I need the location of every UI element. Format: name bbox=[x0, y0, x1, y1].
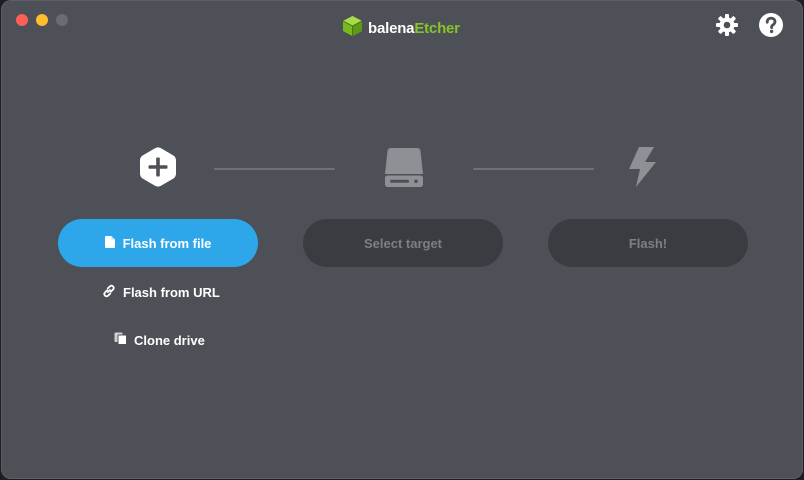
step-connector-2 bbox=[473, 168, 594, 170]
flash-from-file-button[interactable]: Flash from file bbox=[58, 219, 258, 267]
link-icon bbox=[102, 284, 116, 301]
flash-step-icon bbox=[625, 146, 659, 193]
settings-button[interactable] bbox=[714, 13, 740, 42]
target-step-icon bbox=[383, 146, 425, 193]
app-window: balenaEtcher Flash from file Select targ… bbox=[1, 0, 803, 479]
help-icon bbox=[758, 12, 784, 43]
window-close-button[interactable] bbox=[16, 14, 28, 26]
flash-from-url-label: Flash from URL bbox=[123, 284, 220, 300]
help-button[interactable] bbox=[758, 12, 784, 43]
step-connector-1 bbox=[214, 168, 335, 170]
flash-from-url-link[interactable]: Flash from URL bbox=[102, 283, 220, 301]
flash-button[interactable]: Flash! bbox=[548, 219, 748, 267]
flash-label: Flash! bbox=[628, 235, 668, 251]
select-target-label: Select target bbox=[363, 235, 443, 251]
lightning-icon bbox=[627, 146, 657, 193]
source-step-icon bbox=[138, 146, 178, 193]
window-minimize-button[interactable] bbox=[36, 14, 48, 26]
clone-drive-link[interactable]: Clone drive bbox=[114, 331, 205, 349]
drive-icon bbox=[384, 146, 424, 193]
clone-drive-label: Clone drive bbox=[134, 332, 205, 348]
select-target-button[interactable]: Select target bbox=[303, 219, 503, 267]
balena-cube-icon bbox=[342, 15, 363, 42]
flash-from-file-label: Flash from file bbox=[122, 235, 212, 251]
plus-hexagon-icon bbox=[139, 146, 177, 193]
file-icon bbox=[104, 235, 115, 251]
window-controls bbox=[16, 14, 68, 26]
copy-icon bbox=[114, 332, 127, 348]
app-logo: balenaEtcher bbox=[342, 15, 460, 42]
window-maximize-button[interactable] bbox=[56, 14, 68, 26]
app-title: balenaEtcher bbox=[368, 20, 460, 37]
gear-icon bbox=[715, 13, 739, 42]
